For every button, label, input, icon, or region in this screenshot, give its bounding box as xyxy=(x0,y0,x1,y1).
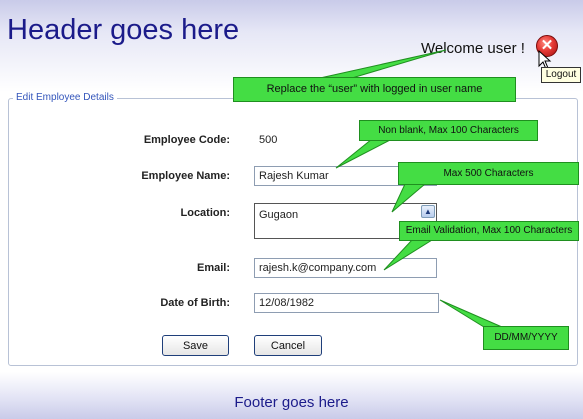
callout-connectors xyxy=(319,49,503,328)
user-note-tail xyxy=(319,49,447,79)
email-note-tail xyxy=(383,239,434,271)
footer-text: Footer goes here xyxy=(234,394,349,411)
location-note-callout: Max 500 Characters xyxy=(398,162,579,185)
name-note-callout: Non blank, Max 100 Characters xyxy=(359,120,538,141)
location-note-tail xyxy=(391,183,427,213)
name-note-tail xyxy=(335,138,393,169)
user-note-callout: Replace the “user” with logged in user n… xyxy=(233,77,516,102)
dob-note-tail xyxy=(439,299,503,328)
email-note-callout: Email Validation, Max 100 Characters xyxy=(399,221,579,241)
footer: Footer goes here xyxy=(0,372,583,419)
dob-note-callout: DD/MM/YYYY xyxy=(483,326,569,350)
